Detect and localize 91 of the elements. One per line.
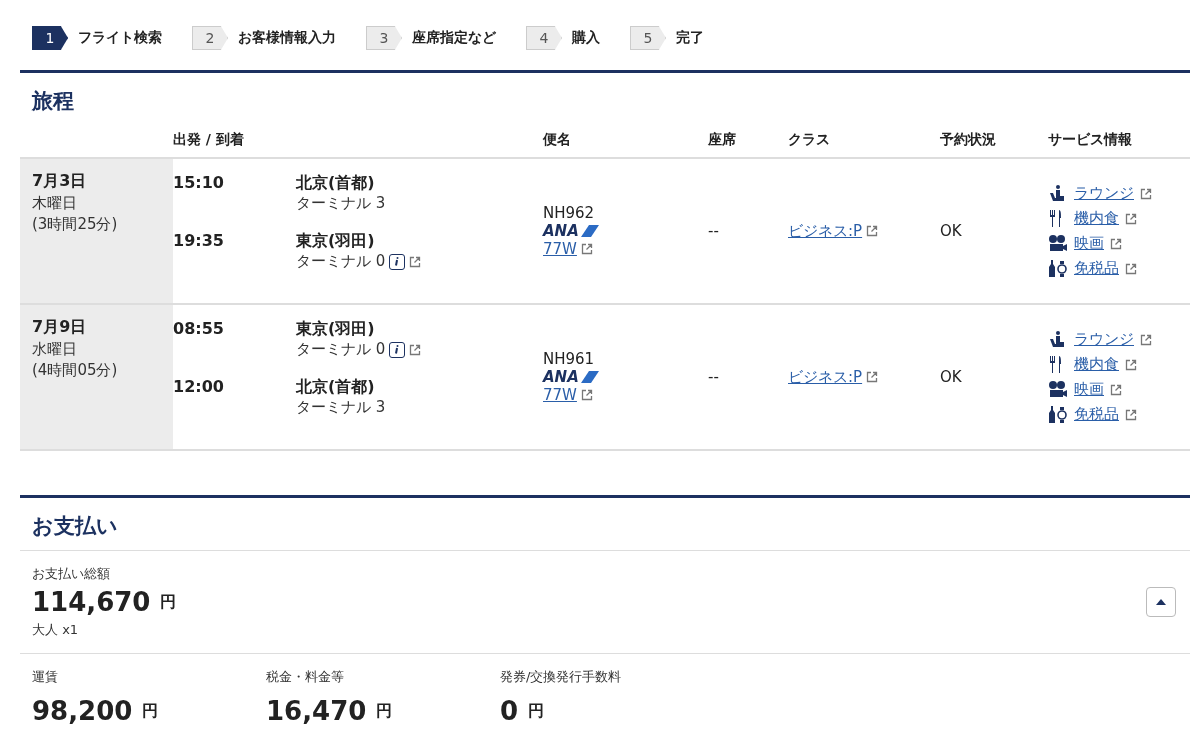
step-number: 1 — [32, 26, 68, 50]
caret-icon — [1156, 599, 1166, 605]
booking-status: OK — [940, 368, 963, 386]
flight-date: 7月3日 — [32, 171, 88, 192]
fare-item-amount: 98,200 — [32, 696, 133, 726]
weekday: 水曜日 — [32, 340, 78, 359]
external-link-icon — [409, 343, 422, 356]
terminal-label: ターミナル 3 — [296, 398, 386, 417]
service-link[interactable]: ラウンジ — [1074, 330, 1134, 349]
step-number: 3 — [366, 26, 402, 50]
external-link-icon — [1110, 237, 1122, 250]
external-link-icon — [866, 225, 879, 237]
aircraft-link[interactable]: 77W — [543, 240, 577, 258]
airport-name: 東京(羽田) — [296, 231, 376, 252]
total-label: お支払い総額 — [32, 565, 111, 583]
fare-class-link[interactable]: ビジネス:P — [788, 367, 863, 387]
external-link-icon — [1125, 212, 1137, 225]
fare-item-label: 税金・料金等 — [266, 668, 345, 686]
booking-status: OK — [940, 222, 963, 240]
info-icon[interactable] — [389, 341, 406, 358]
airline-logo: ANA — [543, 222, 599, 240]
external-link-icon — [1125, 358, 1137, 371]
step-number: 2 — [192, 26, 228, 50]
fare-item-amount: 0 — [500, 696, 519, 726]
step-number: 4 — [526, 26, 562, 50]
external-link-icon — [1110, 383, 1122, 396]
info-icon[interactable] — [389, 253, 406, 270]
flight-time: 08:55 — [173, 319, 225, 340]
terminal-label: ターミナル 3 — [296, 194, 386, 213]
flight-number: NH962 — [543, 204, 596, 222]
external-link-icon — [866, 371, 879, 383]
fare-item-label: 運賃 — [32, 668, 59, 686]
column-header: クラス — [788, 130, 831, 149]
bottle-watch-icon — [1048, 259, 1068, 278]
currency-unit: 円 — [142, 700, 159, 722]
movie-camera-icon — [1048, 234, 1068, 253]
flight-time: 15:10 — [173, 173, 225, 194]
flight-number: NH961 — [543, 350, 596, 368]
column-header: 出発 / 到着 — [173, 130, 245, 149]
external-link-icon — [580, 243, 593, 255]
external-link-icon — [1125, 408, 1137, 421]
airport-name: 北京(首都) — [296, 377, 376, 398]
seat-value: -- — [708, 368, 720, 386]
step-label: 購入 — [572, 29, 600, 47]
flight-time: 12:00 — [173, 377, 225, 398]
step-label: フライト検索 — [78, 29, 162, 47]
external-link-icon — [1140, 187, 1152, 200]
aircraft-link[interactable]: 77W — [543, 386, 577, 404]
column-header: 便名 — [543, 130, 572, 149]
flight-time: 19:35 — [173, 231, 225, 252]
currency-unit: 円 — [528, 700, 545, 722]
flight-date: 7月9日 — [32, 317, 88, 338]
terminal-label: ターミナル 0 — [296, 252, 386, 271]
service-link[interactable]: 映画 — [1074, 234, 1104, 253]
step-label: お客様情報入力 — [238, 29, 336, 47]
section-title: 旅程 — [31, 88, 75, 115]
step-number: 5 — [630, 26, 666, 50]
currency-unit: 円 — [376, 700, 393, 722]
terminal-label: ターミナル 0 — [296, 340, 386, 359]
external-link-icon — [580, 389, 593, 401]
fare-item-amount: 16,470 — [266, 696, 367, 726]
seat-value: -- — [708, 222, 720, 240]
service-link[interactable]: ラウンジ — [1074, 184, 1134, 203]
movie-camera-icon — [1048, 380, 1068, 399]
collapse-toggle-button[interactable] — [1146, 587, 1176, 617]
external-link-icon — [1140, 333, 1152, 346]
service-link[interactable]: 映画 — [1074, 380, 1104, 399]
bottle-watch-icon — [1048, 405, 1068, 424]
airport-name: 北京(首都) — [296, 173, 376, 194]
section-title: お支払い — [31, 513, 119, 540]
service-link[interactable]: 免税品 — [1074, 405, 1119, 424]
service-link[interactable]: 機内食 — [1074, 355, 1119, 374]
airline-logo: ANA — [543, 368, 599, 386]
column-header: 座席 — [708, 130, 737, 149]
external-link-icon — [1125, 262, 1137, 275]
service-link[interactable]: 免税品 — [1074, 259, 1119, 278]
currency-unit: 円 — [160, 591, 177, 613]
flight-duration: (4時間05分) — [32, 361, 119, 380]
step-label: 座席指定など — [412, 29, 496, 47]
step-label: 完了 — [676, 29, 704, 47]
passenger-count: 大人 x1 — [32, 621, 80, 639]
weekday: 木曜日 — [32, 194, 78, 213]
fare-item-label: 発券/交換発行手数料 — [500, 668, 623, 686]
service-link[interactable]: 機内食 — [1074, 209, 1119, 228]
column-header: サービス情報 — [1048, 130, 1133, 149]
flight-duration: (3時間25分) — [32, 215, 119, 234]
column-header: 予約状況 — [940, 130, 997, 149]
fare-class-link[interactable]: ビジネス:P — [788, 221, 863, 241]
airport-name: 東京(羽田) — [296, 319, 376, 340]
external-link-icon — [409, 255, 422, 268]
total-amount: 114,670 — [32, 587, 151, 617]
